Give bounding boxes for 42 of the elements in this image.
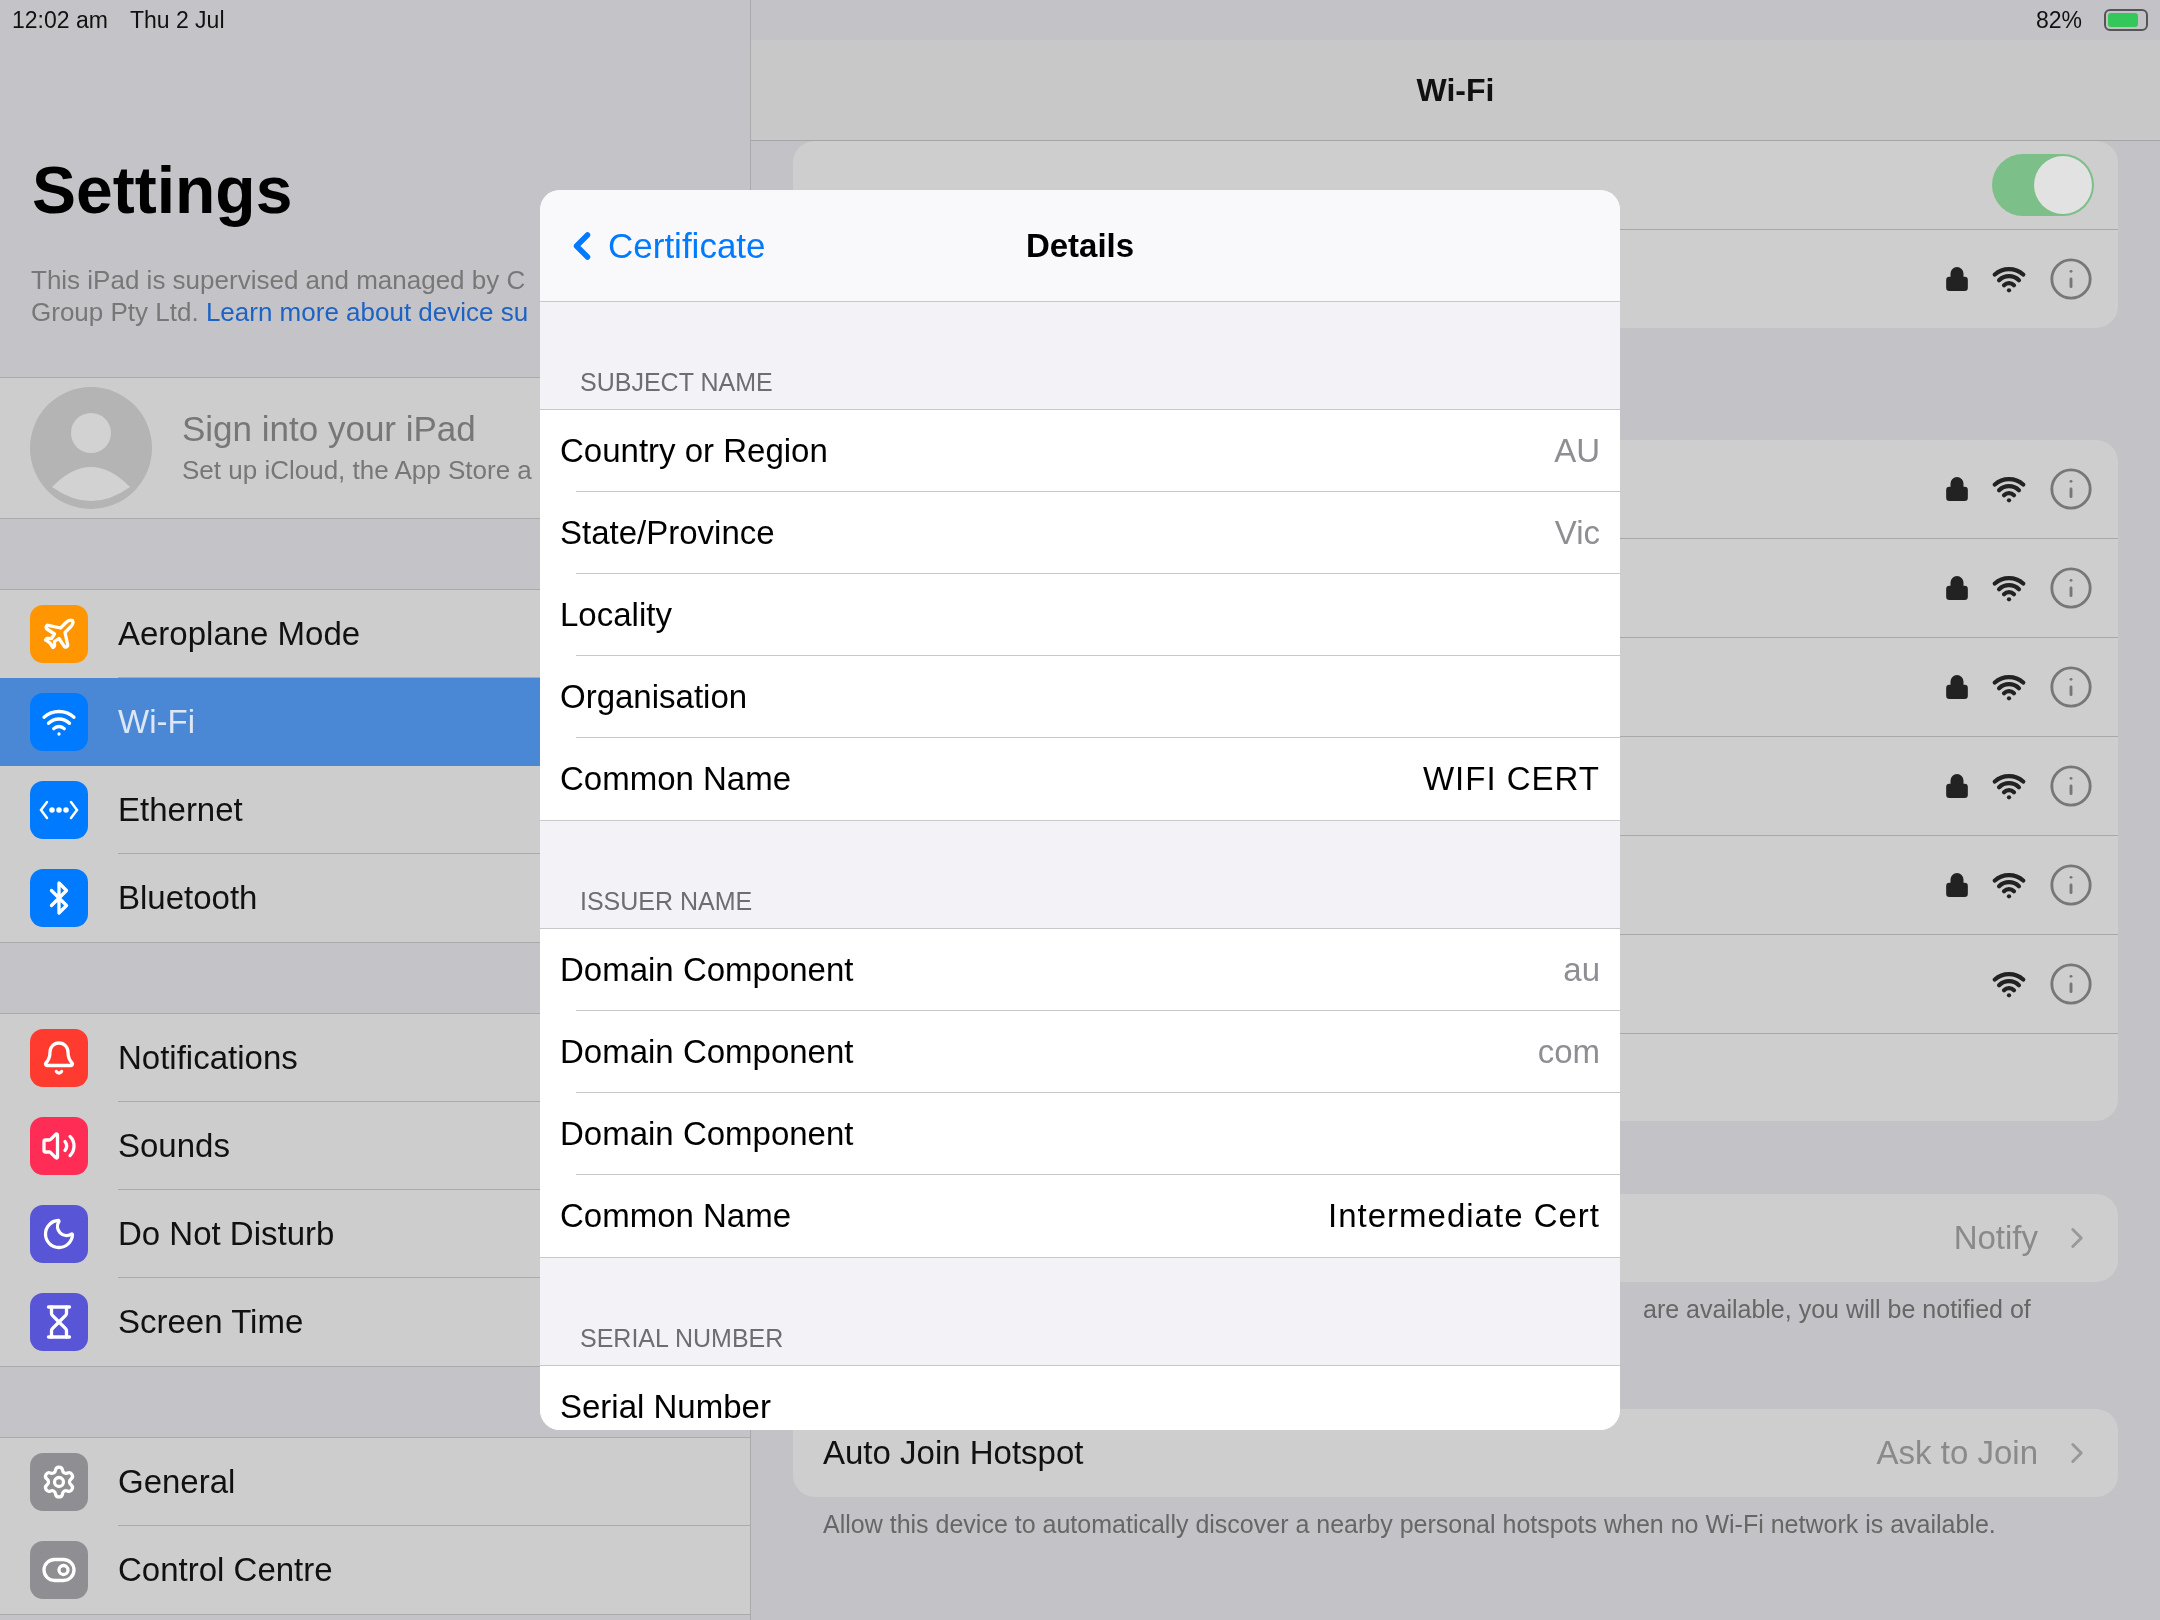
field-label: Domain Component (560, 1033, 854, 1071)
field-label: Locality (560, 596, 672, 634)
back-button[interactable]: Certificate (560, 223, 766, 268)
gear-icon (41, 1463, 77, 1500)
section-header: SERIAL NUMBER (580, 1324, 784, 1352)
field-value: WIFI CERT (1422, 760, 1600, 798)
field-label: Domain Component (560, 951, 854, 989)
settings-title: Settings (32, 152, 294, 229)
info-icon[interactable] (2048, 664, 2094, 710)
settings-item[interactable]: General (0, 1437, 750, 1526)
page-title: Wi-Fi (1416, 71, 1495, 109)
ask-join-footer: are available, you will be notified of (793, 1294, 2118, 1325)
account-title: Sign into your iPad (182, 409, 477, 450)
info-icon[interactable] (2048, 256, 2094, 302)
supervision-text: This iPad is supervised and managed by C (31, 264, 526, 295)
battery-percentage: 82% (2035, 6, 2082, 34)
section-header: ISSUER NAME (580, 887, 753, 915)
avatar-icon (30, 386, 152, 509)
field-value: Intermediate Cert (1328, 1197, 1600, 1235)
hotspot-footer: Allow this device to automatically discover a nearby personal hotspots when no Wi-Fi network is available. (793, 1509, 2118, 1540)
info-icon[interactable] (2048, 466, 2094, 512)
status-date: Thu 2 Jul (129, 6, 225, 34)
info-icon[interactable] (2048, 961, 2094, 1007)
field-value: Vic (1554, 514, 1600, 552)
supervision-text: Group Pty Ltd. (31, 296, 199, 327)
field-value: com (1537, 1033, 1600, 1071)
field-label: Organisation (560, 678, 748, 716)
field-label: Domain Component (560, 1115, 854, 1153)
notification-icon (41, 1039, 77, 1076)
field-label: Common Name (560, 1197, 792, 1235)
field-label: Serial Number (560, 1388, 771, 1426)
info-icon[interactable] (2048, 862, 2094, 908)
sheet-title: Details (1025, 226, 1135, 265)
status-time: 12:02 am (12, 6, 108, 34)
field-value: AU (1554, 432, 1600, 470)
aeroplane-icon (41, 615, 77, 652)
info-icon[interactable] (2048, 763, 2094, 809)
hotspot-label: Auto Join Hotspot (823, 1434, 1084, 1472)
account-subtitle: Set up iCloud, the App Store a (182, 455, 532, 487)
field-value: au (1563, 951, 1600, 989)
settings-item[interactable]: Control Centre (0, 1525, 750, 1614)
info-icon[interactable] (2048, 565, 2094, 611)
